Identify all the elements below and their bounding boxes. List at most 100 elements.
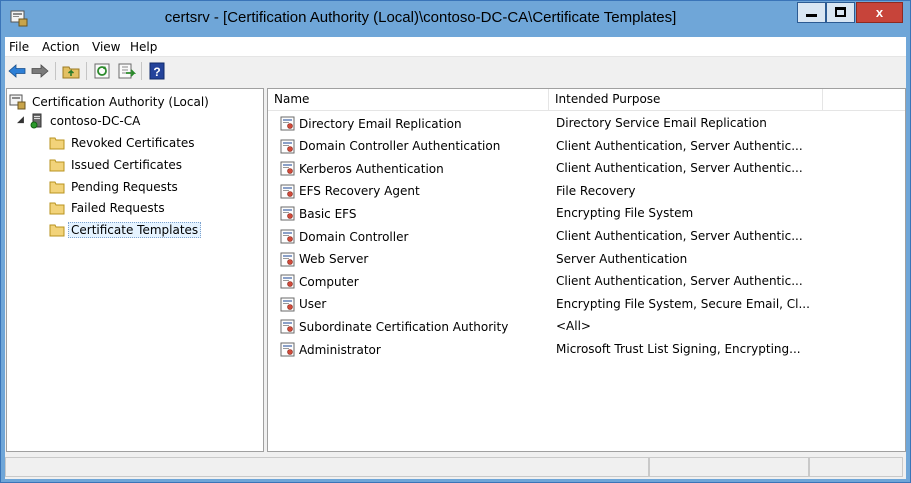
certsrv-app-icon	[9, 94, 26, 109]
list-cell-intended-purpose: Directory Service Email Replication	[556, 116, 767, 130]
certsrv-app-icon[interactable]	[10, 10, 28, 27]
list-cell-intended-purpose: Encrypting File System	[556, 206, 694, 221]
list-row[interactable]: Domain Controller Authentication Client A…	[268, 135, 905, 158]
template-name: Domain Controller Authentication	[299, 139, 501, 154]
title-bar[interactable]: certsrv - [Certification Authority (Loca…	[1, 1, 910, 37]
column-header-intended-purpose[interactable]: Intended Purpose	[549, 89, 823, 111]
list-cell-name: User	[280, 293, 326, 316]
folder-icon	[49, 137, 65, 149]
template-name: Kerberos Authentication	[299, 161, 444, 176]
maximize-button[interactable]	[826, 2, 855, 23]
svg-text:?: ?	[153, 65, 160, 79]
folder-icon	[49, 224, 65, 236]
certificate-template-icon	[280, 229, 295, 244]
tree-node-revoked-certificates[interactable]: Revoked Certificates	[49, 133, 198, 152]
column-header-name[interactable]: Name	[268, 89, 549, 111]
list-cell-name: Kerberos Authentication	[280, 157, 444, 180]
certificate-template-icon	[280, 252, 295, 267]
tree-node-label: Certificate Templates	[68, 221, 202, 238]
tree-node-label: Issued Certificates	[71, 157, 183, 172]
tree-node-label: Failed Requests	[71, 200, 165, 215]
list-cell-intended-purpose: Client Authentication, Server Authentic.…	[556, 161, 803, 176]
toolbar-separator	[86, 62, 87, 80]
toolbar-separator	[141, 62, 142, 80]
menu-file[interactable]: File	[9, 40, 29, 54]
template-name: Basic EFS	[299, 206, 357, 221]
list-row[interactable]: EFS Recovery Agent File Recovery	[268, 180, 905, 203]
certificate-template-icon	[280, 297, 295, 312]
maximize-icon	[835, 7, 846, 17]
menu-view[interactable]: View	[92, 40, 120, 54]
tree-node-failed-requests[interactable]: Failed Requests	[49, 198, 168, 217]
minimize-icon	[806, 14, 817, 17]
list-row[interactable]: User Encrypting File System, Secure Email…	[268, 293, 905, 316]
tree-node-pending-requests[interactable]: Pending Requests	[49, 177, 181, 196]
list-row[interactable]: Administrator Microsoft Trust List Signin…	[268, 338, 905, 361]
tree-root-certification-authority[interactable]: Certification Authority (Local)	[9, 92, 212, 111]
list-row[interactable]: Web Server Server Authentication	[268, 248, 905, 271]
console-tree[interactable]: Certification Authority (Local) ◢ contos…	[6, 88, 264, 452]
template-name: Domain Controller	[299, 229, 409, 244]
list-cell-name: EFS Recovery Agent	[280, 180, 420, 203]
tree-node-label: Revoked Certificates	[71, 135, 195, 150]
back-arrow-icon[interactable]	[7, 61, 27, 81]
menu-action[interactable]: Action	[42, 40, 80, 54]
tree-node-certificate-templates[interactable]: Certificate Templates	[49, 220, 202, 239]
tree-node-label: Certification Authority (Local)	[32, 94, 209, 109]
status-bar	[5, 455, 906, 479]
list-cell-intended-purpose: Encrypting File System, Secure Email, Cl…	[556, 296, 810, 311]
list-cell-name: Web Server	[280, 248, 368, 271]
forward-arrow-icon[interactable]	[30, 61, 50, 81]
result-list[interactable]: Name Intended Purpose Directory Email Re…	[267, 88, 906, 452]
list-cell-name: Computer	[280, 270, 359, 293]
list-cell-intended-purpose: Server Authentication	[556, 251, 688, 266]
tree-node-issued-certificates[interactable]: Issued Certificates	[49, 155, 185, 174]
certificate-template-icon	[280, 206, 295, 221]
tree-node-label: Pending Requests	[71, 179, 178, 194]
list-row[interactable]: Basic EFS Encrypting File System	[268, 202, 905, 225]
tree-node-contoso-dc-ca[interactable]: ◢ contoso-DC-CA	[17, 111, 143, 130]
toolbar-separator	[55, 62, 56, 80]
list-header: Name Intended Purpose	[268, 89, 905, 111]
list-cell-name: Subordinate Certification Authority	[280, 315, 508, 338]
close-icon: x	[875, 5, 884, 20]
list-cell-name: Basic EFS	[280, 202, 356, 225]
list-cell-name: Directory Email Replication	[280, 112, 462, 135]
list-cell-intended-purpose: File Recovery	[556, 183, 636, 198]
list-row[interactable]: Subordinate Certification Authority <All>	[268, 315, 905, 338]
list-row[interactable]: Directory Email Replication Directory Ser…	[268, 112, 905, 135]
folder-icon	[49, 181, 65, 193]
close-button[interactable]: x	[856, 2, 903, 23]
ca-server-icon	[30, 113, 42, 128]
help-icon[interactable]: ?	[147, 61, 167, 81]
refresh-icon[interactable]	[92, 61, 112, 81]
list-row[interactable]: Kerberos Authentication Client Authentica…	[268, 157, 905, 180]
template-name: Subordinate Certification Authority	[299, 319, 509, 334]
menu-help[interactable]: Help	[130, 40, 157, 54]
list-cell-name: Administrator	[280, 338, 381, 361]
list-cell-intended-purpose: Client Authentication, Server Authentic.…	[556, 229, 803, 243]
window-title: certsrv - [Certification Authority (Loca…	[164, 9, 677, 26]
certificate-template-icon	[280, 184, 295, 199]
export-list-icon[interactable]	[116, 61, 136, 81]
menu-bar: File Action View Help	[5, 37, 906, 57]
up-folder-icon[interactable]	[61, 61, 81, 81]
list-cell-name: Domain Controller Authentication	[280, 135, 500, 158]
list-cell-intended-purpose: Client Authentication, Server Authentic.…	[556, 138, 803, 153]
template-name: EFS Recovery Agent	[299, 184, 420, 199]
template-name: Administrator	[299, 342, 381, 357]
certificate-template-icon	[280, 319, 295, 334]
tree-node-label: contoso-DC-CA	[50, 113, 141, 128]
minimize-button[interactable]	[797, 2, 826, 23]
folder-icon	[49, 159, 65, 171]
list-cell-intended-purpose: <All>	[556, 319, 591, 334]
status-panel-secondary	[649, 457, 809, 477]
template-name: Directory Email Replication	[299, 116, 462, 131]
folder-icon	[49, 202, 65, 214]
list-row[interactable]: Computer Client Authentication, Server Au…	[268, 270, 905, 293]
client-area: File Action View Help ? Certification Au…	[5, 37, 906, 479]
expanded-triangle-icon[interactable]: ◢	[17, 115, 24, 125]
status-panel-main	[5, 457, 649, 477]
list-row[interactable]: Domain Controller Client Authentication, …	[268, 225, 905, 248]
mmc-window: certsrv - [Certification Authority (Loca…	[0, 0, 911, 483]
